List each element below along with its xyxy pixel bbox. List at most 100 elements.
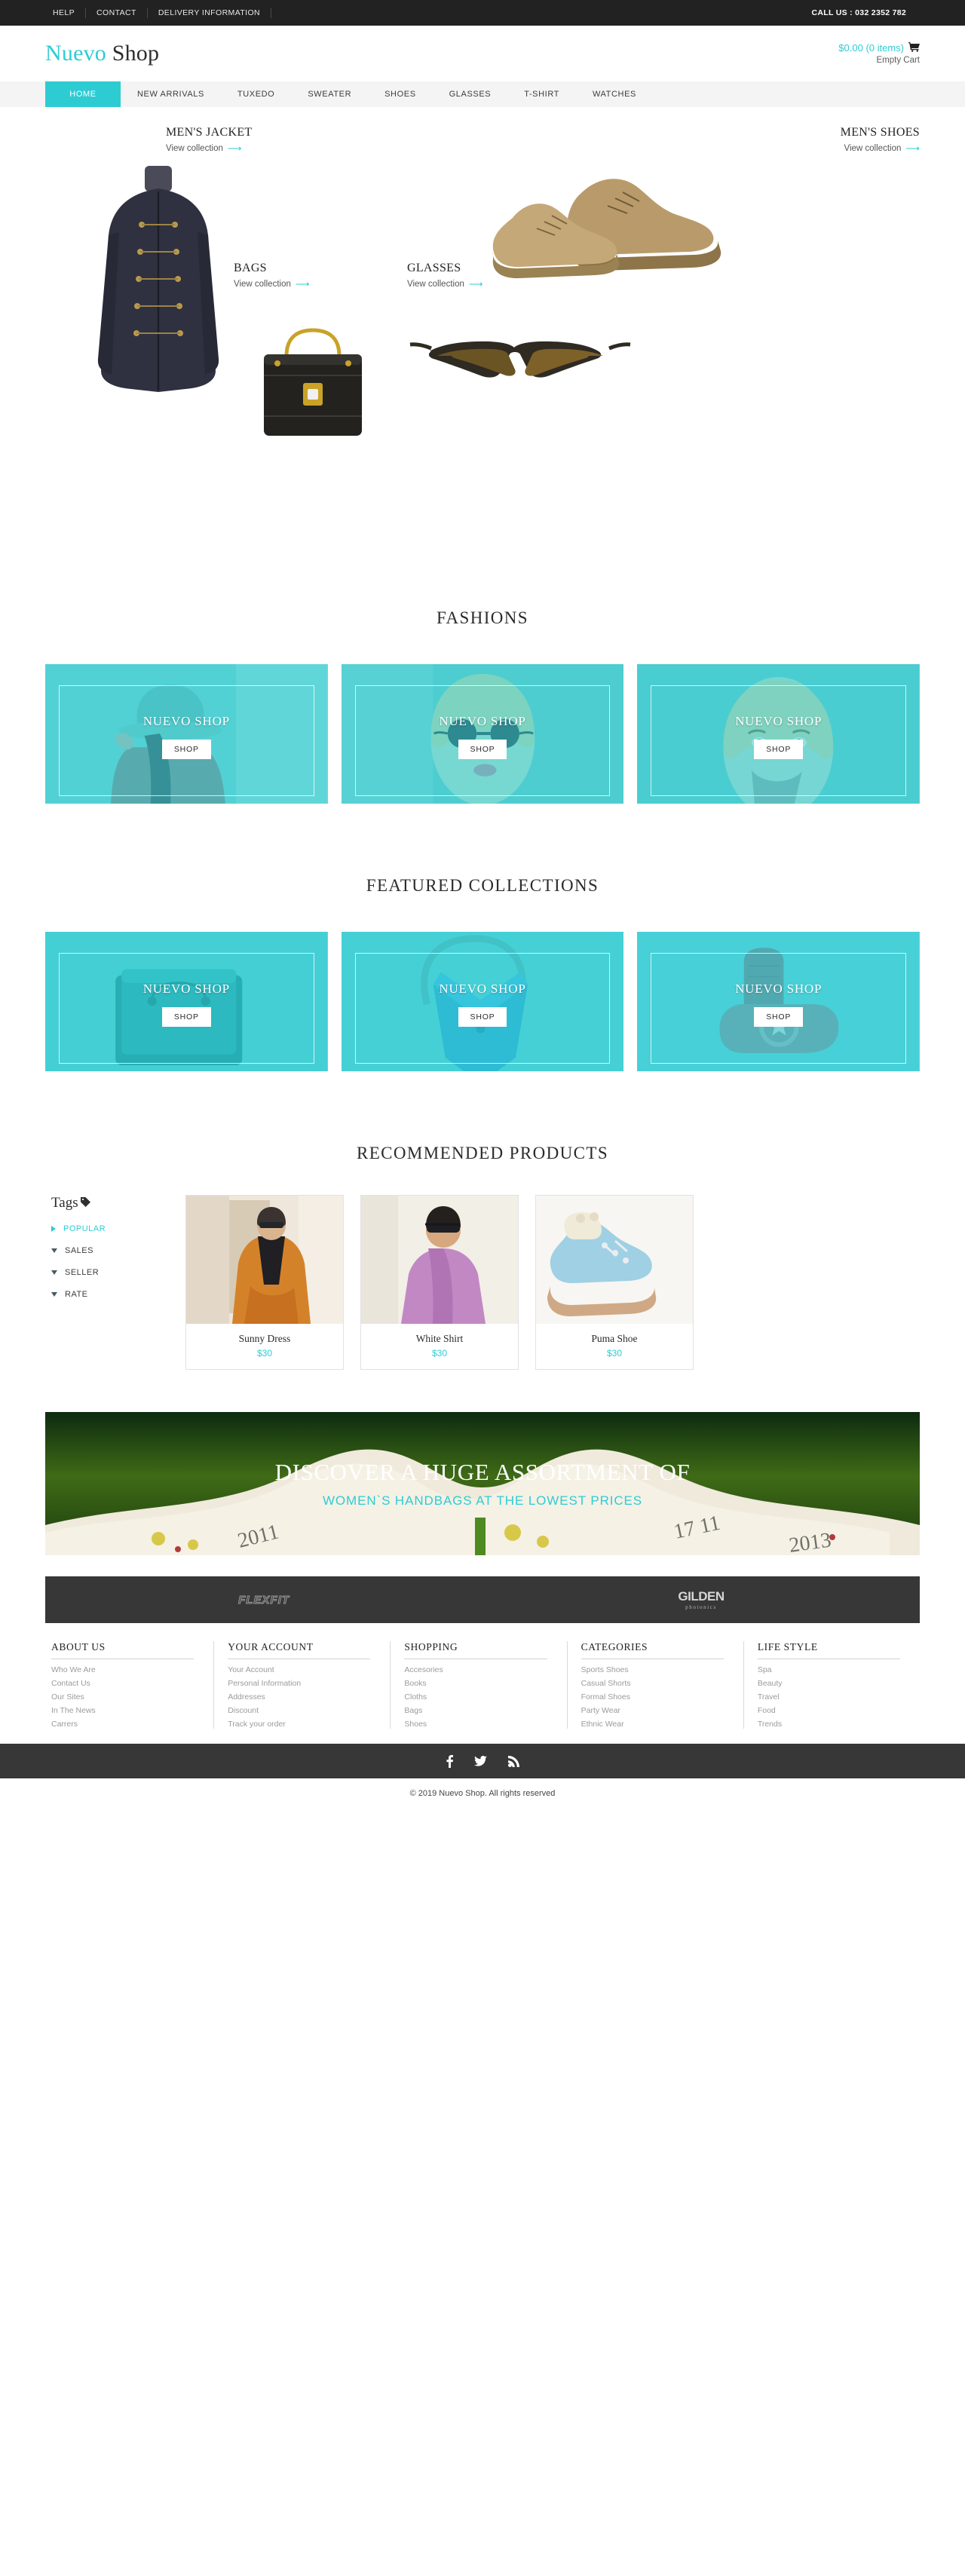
footer-link[interactable]: Contact Us (51, 1679, 204, 1688)
top-utility-bar: HELP CONTACT DELIVERY INFORMATION CALL U… (0, 0, 965, 26)
tag-item-rate[interactable]: RATE (51, 1290, 166, 1299)
footer-link[interactable]: Addresses (228, 1692, 381, 1702)
footer-link[interactable]: Bags (404, 1706, 557, 1715)
brand-logo-slot-1[interactable]: FLEXFIT (45, 1593, 482, 1607)
product-name: Puma Shoe (591, 1333, 638, 1344)
footer-link[interactable]: Carrers (51, 1720, 204, 1729)
brand-gilden-logo: GILDEN photonics (678, 1590, 725, 1610)
nav-item-t-shirt[interactable]: T-SHIRT (507, 81, 576, 107)
footer-link[interactable]: Ethnic Wear (581, 1720, 734, 1729)
tag-icon (80, 1196, 90, 1211)
footer-column-title: LIFE STYLE (757, 1641, 901, 1659)
fashion-card-3[interactable]: NUEVO SHOP SHOP (637, 664, 921, 804)
nav-item-tuxedo[interactable]: TUXEDO (221, 81, 291, 107)
footer-link[interactable]: Trends (758, 1720, 911, 1729)
topbar-link-delivery-information[interactable]: DELIVERY INFORMATION (148, 8, 272, 18)
brand-flexfit-logo: FLEXFIT (238, 1593, 290, 1607)
topbar-link-help[interactable]: HELP (45, 8, 87, 18)
fashion-card-2[interactable]: NUEVO SHOP SHOP (341, 664, 624, 804)
featured-card-1-title: NUEVO SHOP (142, 981, 230, 996)
nav-item-glasses[interactable]: GLASSES (433, 81, 508, 107)
featured-card-2-shop-button[interactable]: SHOP (458, 1006, 507, 1027)
category-title: GLASSES (407, 262, 461, 274)
brand-logo-slot-2[interactable]: GILDEN photonics (482, 1590, 920, 1610)
product-image-white-shirt (361, 1196, 518, 1324)
fashion-card-1-shop-button[interactable]: SHOP (161, 739, 211, 759)
hero-image-mens-shoes[interactable] (467, 149, 784, 284)
footer-link[interactable]: Spa (758, 1665, 911, 1674)
fashion-card-1[interactable]: NUEVO SHOP SHOP (45, 664, 328, 804)
footer-link[interactable]: Discount (228, 1706, 381, 1715)
footer-link[interactable]: Your Account (228, 1665, 381, 1674)
category-label-bags[interactable]: BAGS View collection ⟶ (234, 262, 310, 289)
product-card[interactable]: Sunny Dress $30 (185, 1195, 344, 1370)
featured-card-row: NUEVO SHOP SHOP NUEVO SHOP SHOP NUEVO SH… (45, 932, 921, 1071)
featured-card-3[interactable]: NUEVO SHOP SHOP (637, 932, 921, 1071)
footer-link[interactable]: Formal Shoes (581, 1692, 734, 1702)
site-header: Nuevo Shop $0.00 (0 items) Empty Cart (0, 26, 965, 81)
twitter-icon[interactable] (473, 1755, 487, 1767)
arrow-right-icon: ⟶ (468, 278, 483, 289)
main-navigation: HOME NEW ARRIVALS TUXEDO SWEATER SHOES G… (0, 81, 965, 107)
footer-link[interactable]: Party Wear (581, 1706, 734, 1715)
fashion-card-2-shop-button[interactable]: SHOP (458, 739, 507, 759)
featured-card-2[interactable]: NUEVO SHOP SHOP (341, 932, 624, 1071)
footer-link[interactable]: In The News (51, 1706, 204, 1715)
nav-item-home[interactable]: HOME (45, 81, 121, 107)
tag-item-sales[interactable]: SALES (51, 1246, 166, 1255)
footer-link[interactable]: Beauty (758, 1679, 911, 1688)
category-label-glasses[interactable]: GLASSES View collection ⟶ (407, 262, 483, 289)
product-name: Sunny Dress (238, 1333, 291, 1344)
product-name: White Shirt (415, 1333, 464, 1344)
footer-link[interactable]: Travel (758, 1692, 911, 1702)
footer-link[interactable]: Our Sites (51, 1692, 204, 1702)
tag-item-seller[interactable]: SELLER (51, 1268, 166, 1277)
footer-column-title: YOUR ACCOUNT (228, 1641, 371, 1659)
topbar-links: HELP CONTACT DELIVERY INFORMATION (45, 8, 272, 18)
category-label-mens-shoes[interactable]: MEN'S SHOES View collection ⟶ (841, 126, 920, 153)
footer-link[interactable]: Accesories (404, 1665, 557, 1674)
category-title: MEN'S JACKET (166, 126, 253, 139)
cart-total: $0.00 (0 items) (838, 42, 904, 54)
footer-link[interactable]: Cloths (404, 1692, 557, 1702)
featured-card-1[interactable]: NUEVO SHOP SHOP (45, 932, 328, 1071)
hero-image-bags[interactable] (234, 311, 392, 461)
fashions-card-row: NUEVO SHOP SHOP NUEVO SHOP SHOP NUEVO SH… (45, 664, 921, 804)
topbar-link-contact[interactable]: CONTACT (86, 8, 148, 18)
nav-item-new-arrivals[interactable]: NEW ARRIVALS (121, 81, 221, 107)
category-link-label: View collection (407, 279, 464, 289)
product-card[interactable]: White Shirt $30 (360, 1195, 519, 1370)
product-price: $30 (256, 1348, 273, 1358)
tags-title: Tags (51, 1195, 78, 1211)
arrow-right-icon: ⟶ (295, 278, 310, 289)
cart-widget[interactable]: $0.00 (0 items) Empty Cart (838, 42, 920, 65)
hero-image-glasses[interactable] (407, 318, 633, 409)
site-logo[interactable]: Nuevo Shop (45, 41, 159, 66)
rss-icon[interactable] (507, 1755, 519, 1767)
nav-item-sweater[interactable]: SWEATER (291, 81, 368, 107)
footer-link[interactable]: Shoes (404, 1720, 557, 1729)
triangle-down-icon (51, 1248, 57, 1253)
triangle-down-icon (51, 1292, 57, 1297)
promo-banner-subheadline: WOMEN`S HANDBAGS AT THE LOWEST PRICES (322, 1493, 643, 1508)
facebook-icon[interactable] (446, 1754, 453, 1768)
footer-link[interactable]: Track your order (228, 1720, 381, 1729)
featured-card-1-shop-button[interactable]: SHOP (161, 1006, 211, 1027)
footer-link[interactable]: Sports Shoes (581, 1665, 734, 1674)
footer-link[interactable]: Food (758, 1706, 911, 1715)
fashion-card-3-title: NUEVO SHOP (735, 713, 823, 728)
nav-item-shoes[interactable]: SHOES (368, 81, 433, 107)
arrow-right-icon: ⟶ (905, 142, 920, 154)
footer-link[interactable]: Personal Information (228, 1679, 381, 1688)
featured-card-3-shop-button[interactable]: SHOP (754, 1006, 804, 1027)
nav-item-watches[interactable]: WATCHES (576, 81, 653, 107)
footer-link[interactable]: Casual Shorts (581, 1679, 734, 1688)
category-label-mens-jacket[interactable]: MEN'S JACKET View collection ⟶ (166, 126, 253, 153)
promo-banner[interactable]: 2011 17 11 2013 DISCOVER A HUGE ASSORTME… (45, 1412, 920, 1555)
tag-item-popular[interactable]: POPULAR (51, 1224, 166, 1233)
footer-column-title: CATEGORIES (581, 1641, 724, 1659)
footer-link[interactable]: Books (404, 1679, 557, 1688)
footer-link[interactable]: Who We Are (51, 1665, 204, 1674)
product-card[interactable]: Puma Shoe $30 (535, 1195, 694, 1370)
fashion-card-3-shop-button[interactable]: SHOP (754, 739, 804, 759)
